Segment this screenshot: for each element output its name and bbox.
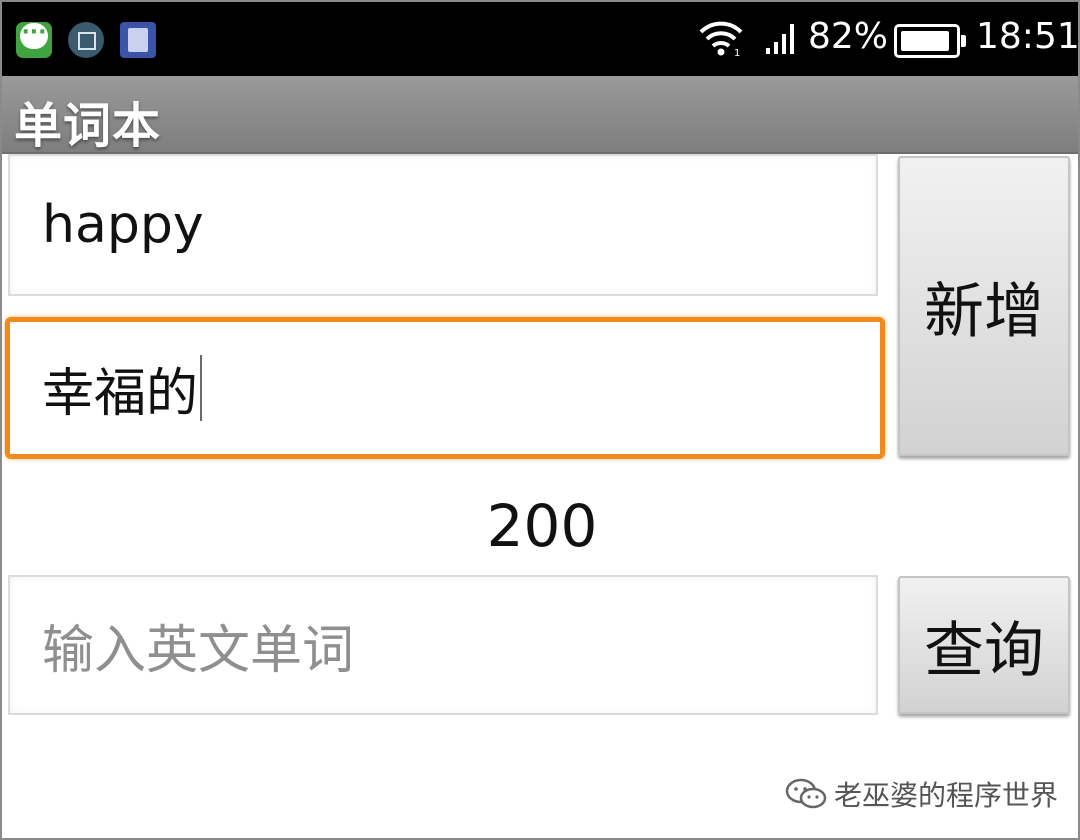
battery-percentage: 82%	[808, 16, 889, 57]
shopping-bag-icon	[120, 22, 156, 58]
english-word-input[interactable]: happy	[8, 154, 878, 296]
battery-icon	[894, 24, 966, 58]
watermark-text: 老巫婆的程序世界	[834, 779, 1059, 812]
chinese-meaning-input[interactable]: 幸福的	[5, 317, 885, 459]
gallery-icon	[68, 22, 104, 58]
chinese-meaning-value: 幸福的	[42, 363, 199, 424]
status-bar: 1 82% 18:51	[2, 2, 1078, 76]
word-count: 200	[486, 492, 598, 560]
wifi-icon: 1	[699, 21, 743, 58]
svg-text:1: 1	[734, 48, 740, 58]
clock: 18:51	[976, 16, 1080, 57]
app-screen: 1 82% 18:51 单词本 happy 幸福的 新增 200 输入英文单词 …	[0, 0, 1080, 840]
query-placeholder: 输入英文单词	[42, 620, 355, 681]
english-word-value: happy	[42, 195, 204, 255]
query-input[interactable]: 输入英文单词	[8, 575, 878, 715]
search-button[interactable]: 查询	[898, 576, 1070, 714]
signal-icon	[766, 24, 794, 54]
title-bar: 单词本	[2, 76, 1078, 154]
watermark: 老巫婆的程序世界	[784, 774, 1058, 814]
message-icon	[16, 22, 52, 58]
app-title: 单词本	[14, 98, 162, 154]
add-button[interactable]: 新增	[898, 156, 1070, 456]
wechat-icon	[785, 778, 827, 809]
text-cursor	[200, 355, 203, 421]
